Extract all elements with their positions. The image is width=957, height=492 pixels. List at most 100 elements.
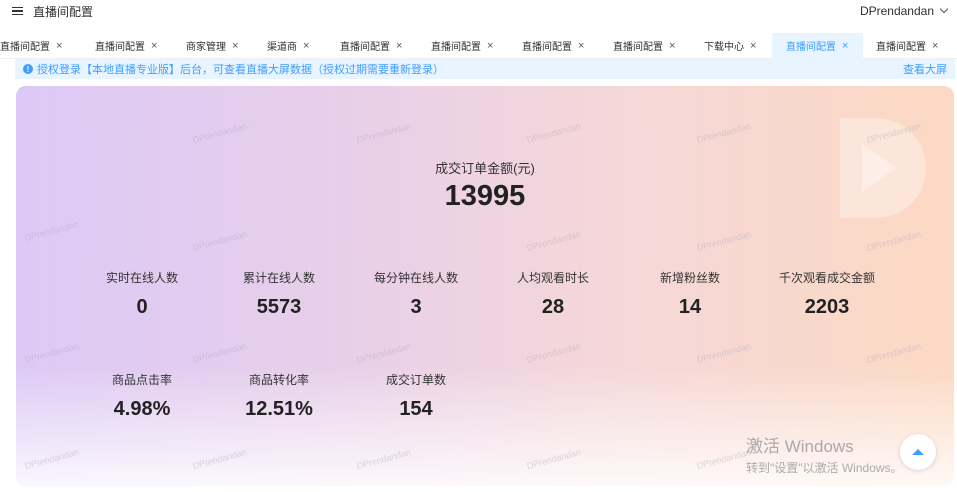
menu-icon[interactable] [12, 6, 23, 16]
watermark: DPrendandan [355, 120, 412, 146]
close-icon[interactable]: × [56, 40, 62, 52]
stat-label: 商品转化率 [248, 373, 309, 387]
close-icon[interactable]: × [750, 40, 756, 52]
stat-label: 千次观看成交金额 [778, 271, 875, 285]
stat-value: 28 [541, 296, 565, 318]
stat-label: 每分钟在线人数 [373, 271, 458, 285]
tab-item[interactable]: 直播间配置 × [418, 33, 509, 59]
watermark: DPrendandan [695, 446, 752, 472]
watermark: DPrendandan [695, 120, 752, 146]
stat-value: 5573 [256, 296, 302, 318]
stat-item: 商品转化率 12.51% [209, 371, 349, 421]
stat-item: 每分钟在线人数 3 [346, 269, 486, 319]
watermark: DPrendandan [525, 446, 582, 472]
stat-item: 商品点击率 4.98% [72, 371, 212, 421]
page-title: 直播间配置 [33, 4, 94, 19]
watermark: DPrendandan [191, 446, 248, 472]
stat-value: 0 [136, 296, 148, 318]
tab-label: 商家管理 [186, 42, 226, 53]
stat-item: 新增粉丝数 14 [620, 269, 760, 319]
close-icon[interactable]: × [151, 40, 157, 52]
tab-item-active[interactable]: 直播间配置 × [772, 32, 863, 59]
tab-label: 下载中心 [704, 42, 744, 53]
stat-value: 12.51% [245, 398, 313, 420]
close-icon[interactable]: × [932, 40, 938, 52]
tab-bar: 直播间配置 × 直播间配置 × 商家管理 × 渠道商 × 直播间配置 × 直播间配置 × 直… [0, 32, 957, 59]
watermark: DPrendandan [355, 340, 412, 366]
tab-label: 直播间配置 [522, 42, 572, 53]
stat-label: 商品点击率 [111, 373, 172, 387]
watermark: DPrendandan [355, 446, 412, 472]
stat-item: 人均观看时长 28 [483, 269, 623, 319]
stat-value: 2203 [804, 296, 850, 318]
close-icon[interactable]: × [669, 40, 675, 52]
tab-label: 直播间配置 [876, 42, 926, 53]
stat-label: 实时在线人数 [105, 271, 178, 285]
stat-value: 154 [399, 398, 433, 420]
stat-item: 累计在线人数 5573 [209, 269, 349, 319]
tab-item[interactable]: 直播间配置 × [327, 33, 418, 59]
tab-item[interactable]: 商家管理 × [173, 33, 254, 59]
stat-value: 4.98% [113, 398, 171, 420]
main-stat-value: 13995 [444, 180, 526, 212]
banner-message: 授权登录【本地直播专业版】后台，可查看直播大屏数据（授权过期需要重新登录） [37, 64, 444, 76]
tab-label: 直播间配置 [613, 42, 663, 53]
chevron-down-icon [939, 4, 949, 14]
user-menu[interactable]: DPrendandan [859, 4, 949, 18]
close-icon[interactable]: × [232, 40, 238, 52]
stat-label: 累计在线人数 [242, 271, 315, 285]
watermark: DPrendandan [525, 340, 582, 366]
close-icon[interactable]: × [842, 40, 848, 52]
watermark: DPrendandan [865, 340, 922, 366]
header-left: 直播间配置 [12, 3, 93, 20]
tab-item[interactable]: 直播间配置 × [82, 33, 173, 59]
tab-label: 直播间配置 [95, 42, 145, 53]
close-icon[interactable]: × [303, 40, 309, 52]
info-icon: ! [23, 64, 33, 74]
watermark: DPrendandan [23, 218, 80, 244]
tab-item[interactable]: 直播间配置 × [0, 33, 82, 59]
watermark: DPrendandan [191, 228, 248, 254]
close-icon[interactable]: × [578, 40, 584, 52]
auth-banner: ! 授权登录【本地直播专业版】后台，可查看直播大屏数据（授权过期需要重新登录） … [15, 59, 955, 79]
close-icon[interactable]: × [396, 40, 402, 52]
watermark: DPrendandan [23, 446, 80, 472]
watermark: DPrendandan [191, 120, 248, 146]
watermark: DPrendandan [18, 86, 74, 91]
back-to-top-button[interactable] [900, 434, 936, 470]
watermark: DPrendandan [695, 228, 752, 254]
tab-label: 直播间配置 [0, 42, 50, 53]
watermark: DPrendandan [695, 340, 752, 366]
watermark: DPrendandan [865, 228, 922, 254]
watermark: DPrendandan [525, 228, 582, 254]
stat-item: 实时在线人数 0 [72, 269, 212, 319]
user-name: DPrendandan [859, 4, 934, 18]
tab-item[interactable]: 下载中心 × [691, 33, 772, 59]
tab-label: 渠道商 [267, 42, 297, 53]
arrow-up-icon [912, 449, 924, 455]
windows-activation-notice: 激活 Windows 转到"设置"以激活 Windows。 [746, 432, 903, 476]
tab-item[interactable]: 直播间配置 × [509, 33, 600, 59]
tab-item[interactable]: 直播间配置 × [600, 33, 691, 59]
view-big-screen-link[interactable]: 查看大屏 [903, 61, 947, 77]
activation-title: 激活 Windows [746, 437, 854, 456]
stat-value: 3 [410, 296, 422, 318]
tab-label: 直播间配置 [340, 42, 390, 53]
activation-subtitle: 转到"设置"以激活 Windows。 [746, 461, 903, 475]
stat-value: 14 [678, 296, 702, 318]
watermark: DPrendandan [525, 120, 582, 146]
watermark: DPrendandan [23, 340, 80, 366]
tab-item[interactable]: 直播间配置 × [863, 33, 955, 59]
main-stat-label: 成交订单金额(元) [435, 161, 535, 176]
stats-card: DPrendandan DPrendandan DPrendandan DPre… [16, 86, 954, 486]
tab-label: 直播间配置 [786, 42, 836, 53]
tab-item[interactable]: 渠道商 × [254, 33, 327, 59]
stat-item: 成交订单数 154 [346, 371, 486, 421]
stat-label: 成交订单数 [385, 373, 446, 387]
top-bar: 直播间配置 DPrendandan [0, 0, 957, 22]
stat-item: 千次观看成交金额 2203 [757, 269, 897, 319]
tab-label: 直播间配置 [431, 42, 481, 53]
close-icon[interactable]: × [487, 40, 493, 52]
stat-label: 人均观看时长 [516, 271, 589, 285]
stat-label: 新增粉丝数 [659, 271, 720, 285]
